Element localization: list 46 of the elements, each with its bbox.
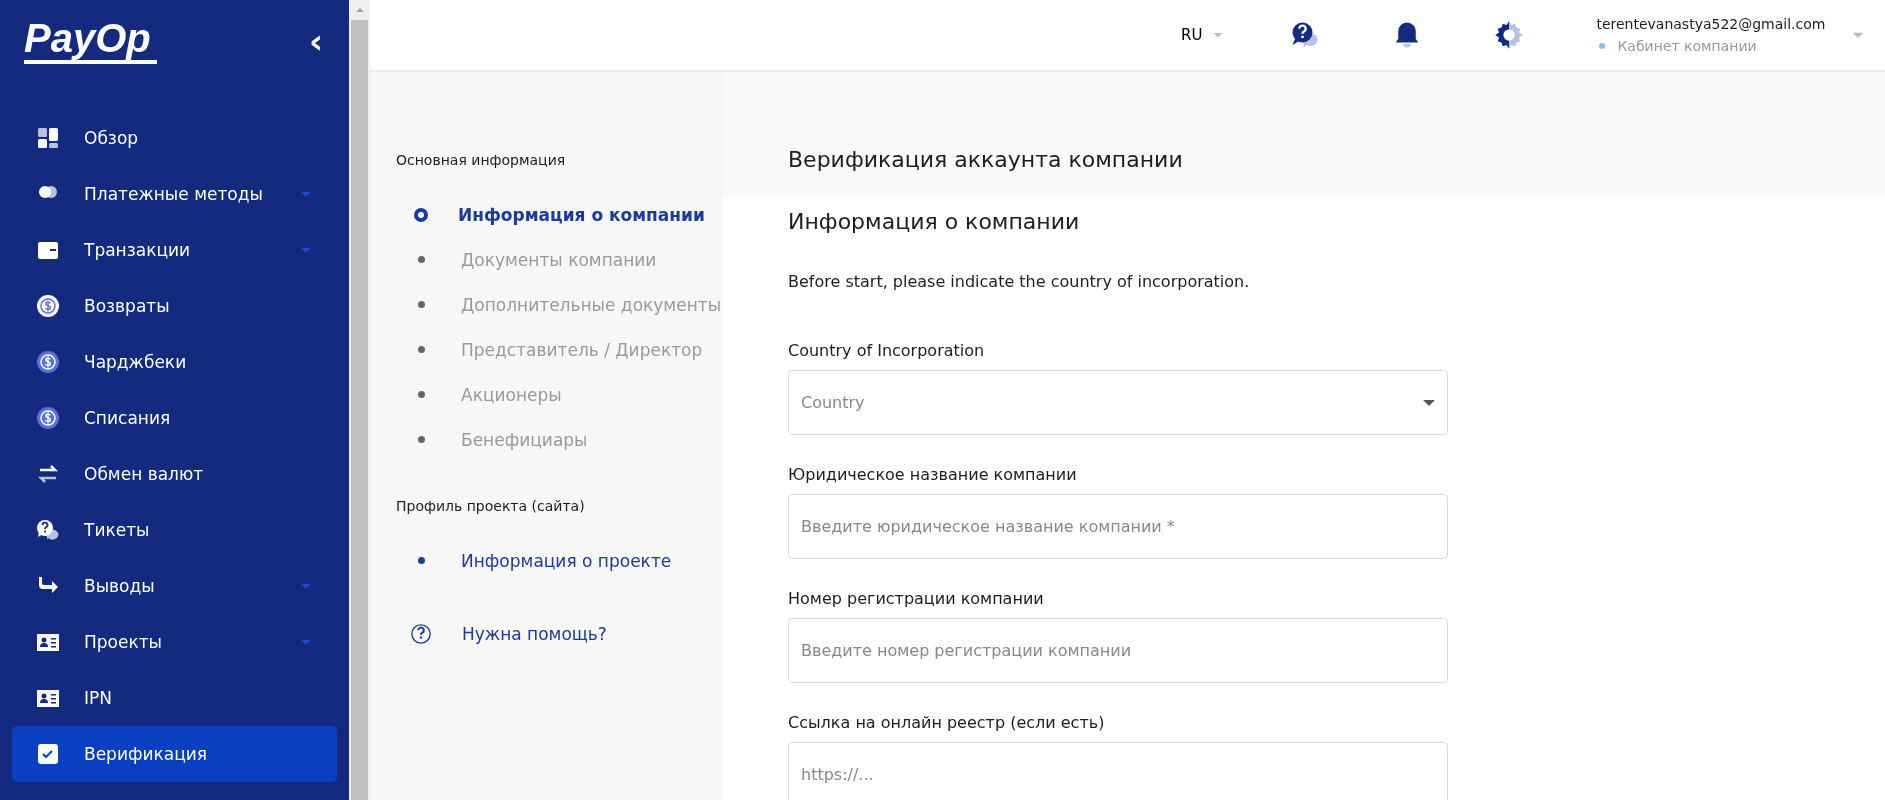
user-email: terentevanastya522@gmail.com [1596, 16, 1826, 32]
group-title: Профиль проекта (сайта) [396, 498, 586, 514]
caret-icon [1423, 399, 1435, 406]
nav-item[interactable]: Тикеты [12, 502, 337, 558]
input-field[interactable]: Введите номер регистрации компании [788, 618, 1448, 683]
step-item[interactable]: Информация о проекте [396, 538, 722, 583]
collapse-button[interactable]: ‹ [301, 24, 331, 58]
help-link[interactable]: Нужна помощь? [410, 623, 722, 645]
field-label: Country of Incorporation [788, 341, 986, 360]
nav-item[interactable]: Обзор [12, 110, 337, 166]
status-dot [1599, 43, 1606, 49]
step-item[interactable]: Информация о компании [396, 192, 722, 237]
nav-item[interactable]: Выводы [12, 558, 337, 614]
help-chat-icon [1290, 20, 1321, 50]
nav-item[interactable]: Транзакции [12, 222, 337, 278]
field-label: Ссылка на онлайн реестр (если есть) [788, 713, 1106, 732]
nav-item[interactable]: Верификация [12, 726, 337, 782]
help-icon [410, 623, 432, 645]
section-title: Информация о компании [788, 209, 1081, 234]
nav-item[interactable]: IPN [12, 670, 337, 726]
nav-item[interactable]: Проекты [12, 614, 337, 670]
account-type: Кабинет компании [1617, 38, 1757, 54]
input-field[interactable]: Введите юридическое название компании * [788, 494, 1448, 559]
nav-item[interactable]: Платежные методы [12, 166, 337, 222]
field-label: Номер регистрации компании [788, 589, 1045, 608]
nav-item[interactable]: Обмен валют [12, 446, 337, 502]
scrollbar-thumb[interactable] [351, 20, 368, 800]
group-title: Основная информация [396, 152, 567, 168]
country-select[interactable]: Country [788, 370, 1448, 435]
scrollbar[interactable] [349, 0, 370, 800]
nav-item[interactable]: Возвраты [12, 278, 337, 334]
grid-icon [36, 126, 60, 150]
speech-bubbles-icon [36, 518, 60, 542]
logo: PayOp [24, 16, 157, 64]
page-title: Верификация аккаунта компании [788, 147, 1184, 172]
settings-icon [1494, 20, 1525, 50]
coin-icon [36, 294, 60, 318]
nav-item[interactable]: Списания [12, 390, 337, 446]
field-label: Юридическое название компании [788, 465, 1078, 484]
language-selector[interactable]: RU [1175, 25, 1231, 45]
nav-item[interactable]: Чарджбеки [12, 334, 337, 390]
description-text: Before start, please indicate the country of incorporation. [788, 272, 1251, 291]
checkbox-icon [36, 742, 60, 766]
coin-icon [36, 406, 60, 430]
coin-icon [36, 350, 60, 374]
input-field[interactable]: https://... [788, 742, 1448, 800]
